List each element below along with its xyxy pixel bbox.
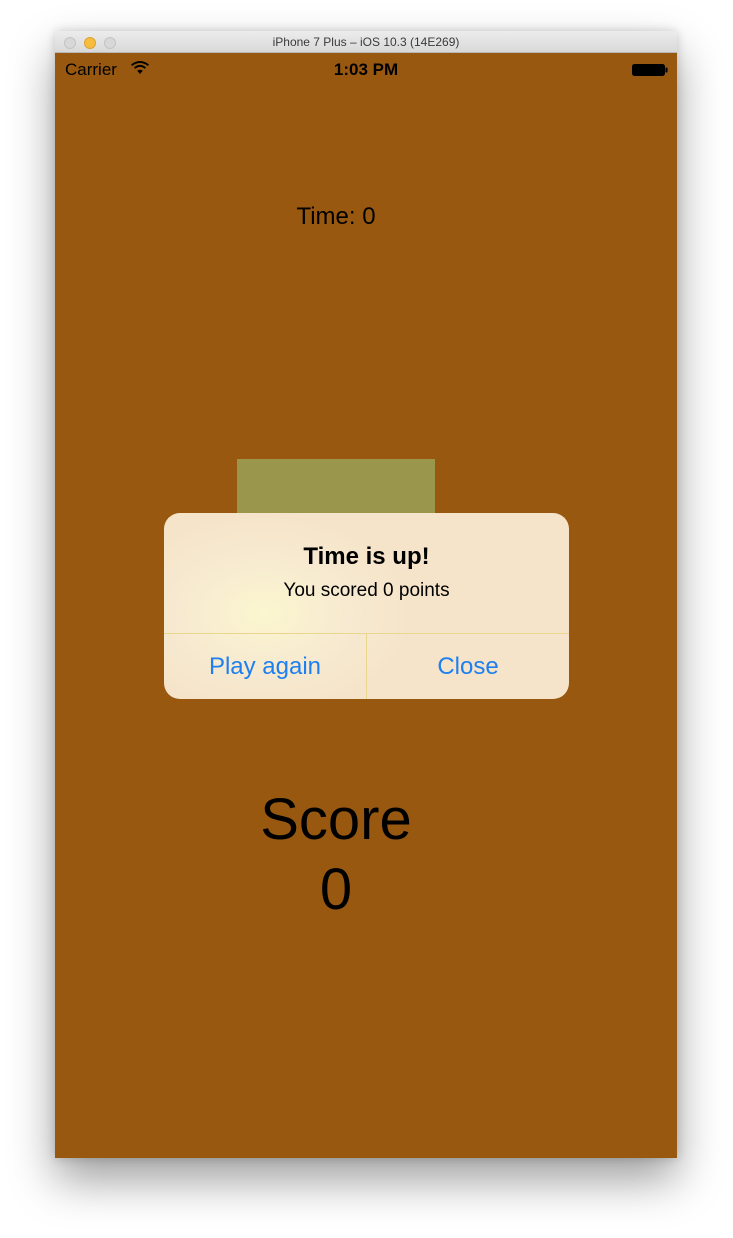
window-titlebar: iPhone 7 Plus – iOS 10.3 (14E269): [55, 31, 677, 53]
close-button[interactable]: Close: [367, 634, 569, 699]
alert-title: Time is up!: [303, 543, 430, 570]
status-bar: Carrier 1:03 PM: [55, 53, 677, 87]
device-screen: Carrier 1:03 PM Time: 0 Score 0 Time is …: [55, 53, 677, 1158]
play-again-button[interactable]: Play again: [164, 634, 366, 699]
alert-message: You scored 0 points: [283, 580, 450, 601]
alert-dialog: Time is up! You scored 0 points Play aga…: [164, 513, 569, 699]
score-title: Score: [260, 787, 412, 852]
time-label: Time: 0: [296, 203, 376, 230]
score-value: 0: [319, 857, 353, 922]
battery-icon: [632, 64, 668, 76]
simulator-window: iPhone 7 Plus – iOS 10.3 (14E269) Carrie…: [55, 31, 677, 1158]
window-title: iPhone 7 Plus – iOS 10.3 (14E269): [272, 35, 460, 49]
status-time: 1:03 PM: [333, 60, 399, 79]
